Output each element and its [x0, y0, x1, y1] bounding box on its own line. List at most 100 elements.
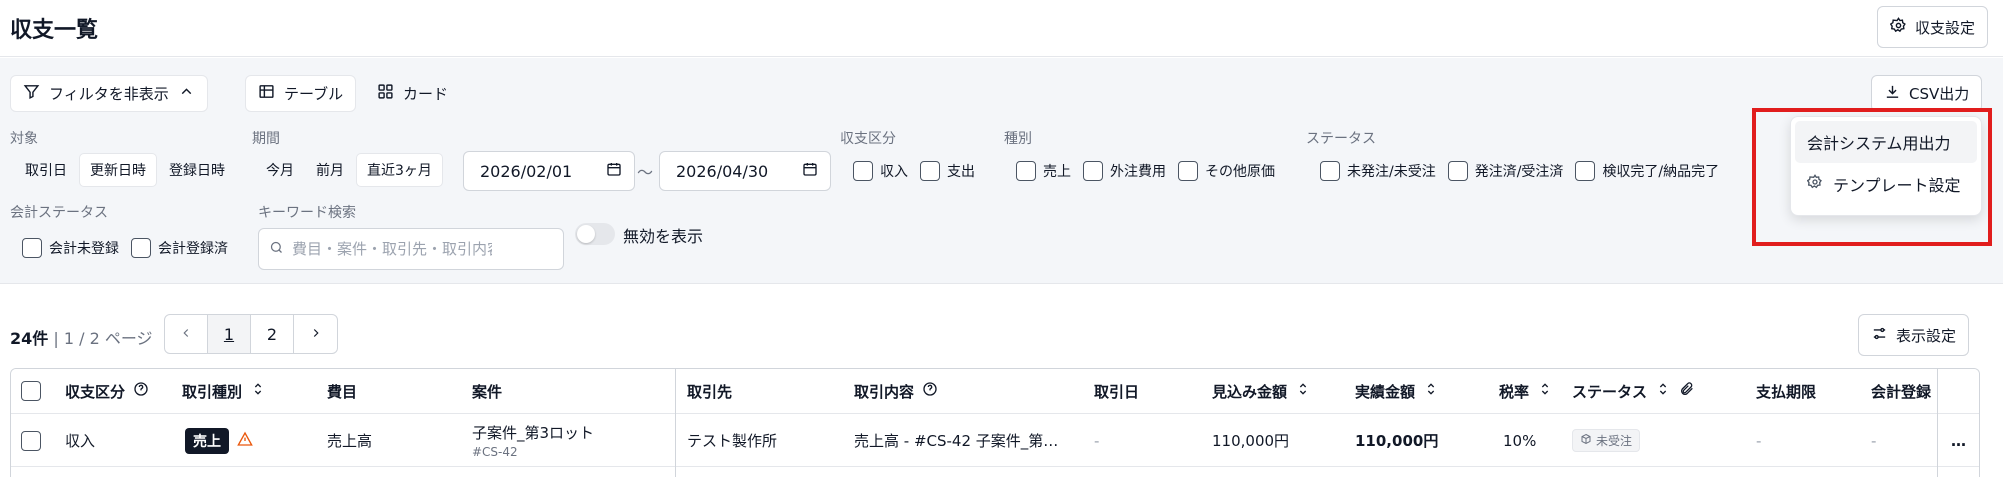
checkbox-sales-label: 売上: [1043, 164, 1071, 180]
box-icon: [1580, 433, 1592, 448]
pagination-prev-button[interactable]: [165, 315, 208, 353]
checkbox-outsourcing[interactable]: 外注費用: [1083, 161, 1166, 181]
pagination-page-1[interactable]: 1: [208, 315, 251, 353]
checkbox-box[interactable]: [1083, 161, 1103, 181]
pagination-next-button[interactable]: [294, 315, 337, 353]
project-name[interactable]: 子案件_第3ロット: [472, 422, 594, 443]
checkbox-income[interactable]: 収入: [853, 161, 908, 181]
header-transaction-kind[interactable]: 取引種別: [182, 369, 266, 413]
pagination-page-2[interactable]: 2: [251, 315, 294, 353]
csv-export-button[interactable]: CSV出力: [1871, 75, 1983, 112]
checkbox-box[interactable]: [1575, 161, 1596, 181]
checkbox-accounting-registered[interactable]: 会計登録済: [131, 238, 228, 258]
table-icon: [258, 83, 275, 104]
checkbox-box[interactable]: [22, 238, 42, 258]
target-option-updated[interactable]: 更新日時: [79, 153, 157, 187]
date-to-input[interactable]: 2026/04/30: [659, 151, 831, 191]
keyword-search-input[interactable]: [292, 240, 492, 258]
checkbox-delivered[interactable]: 検収完了/納品完了: [1575, 161, 1719, 181]
header-project: 案件: [472, 382, 503, 401]
cell-project[interactable]: 子案件_第3ロット #CS-42: [472, 415, 594, 466]
display-settings-button[interactable]: 表示設定: [1858, 314, 1970, 356]
sort-icon[interactable]: [1655, 381, 1671, 401]
kind-checkboxes: 売上 外注費用 その他原価: [1016, 153, 1275, 189]
checkbox-box[interactable]: [920, 161, 940, 181]
row-checkbox[interactable]: [21, 430, 41, 451]
target-option-registered[interactable]: 登録日時: [159, 153, 235, 187]
cell-partner: テスト製作所: [687, 432, 778, 450]
sort-icon[interactable]: [250, 381, 266, 401]
column-divider: [1937, 369, 1938, 477]
select-all-cell: [21, 369, 41, 413]
income-settings-button[interactable]: 収支設定: [1877, 6, 1989, 48]
warning-icon: [237, 431, 253, 451]
checkbox-box[interactable]: [131, 238, 151, 258]
filter-toggle-label: フィルタを非表示: [49, 85, 169, 103]
filter-toggle-button[interactable]: フィルタを非表示: [10, 75, 208, 112]
checkbox-accounting-unregistered-label: 会計未登録: [49, 241, 119, 257]
keyword-search-box[interactable]: [258, 228, 564, 270]
help-circle-icon[interactable]: [133, 381, 149, 401]
header-expected[interactable]: 見込み金額: [1212, 369, 1311, 413]
header-content: 取引内容: [854, 369, 938, 413]
header-actual-label: 実績金額: [1355, 382, 1416, 401]
header-actual[interactable]: 実績金額: [1355, 369, 1439, 413]
view-table-tab[interactable]: テーブル: [245, 75, 357, 112]
period-option-last-3-months[interactable]: 直近3ヶ月: [356, 153, 443, 187]
checkbox-not-ordered[interactable]: 未発注/未受注: [1320, 161, 1436, 181]
checkbox-sales[interactable]: 売上: [1016, 161, 1071, 181]
view-card-tab[interactable]: カード: [365, 75, 460, 112]
kind-badge: 売上: [185, 427, 229, 454]
checkbox-other-cost[interactable]: その他原価: [1178, 161, 1275, 181]
status-label: ステータス: [1306, 131, 1376, 147]
date-range-separator: ～: [637, 163, 654, 182]
date-from-input[interactable]: 2026/02/01: [463, 151, 635, 191]
chevron-left-icon: [179, 325, 193, 344]
checkbox-box[interactable]: [1016, 161, 1036, 181]
keyword-label: キーワード検索: [258, 205, 356, 221]
row-more-button[interactable]: …: [1951, 415, 1966, 466]
checkbox-accounting-unregistered[interactable]: 会計未登録: [22, 238, 119, 258]
checkbox-box[interactable]: [1178, 161, 1198, 181]
calendar-icon: [802, 161, 818, 181]
target-option-transaction-date[interactable]: 取引日: [15, 153, 77, 187]
checkbox-ordered[interactable]: 発注済/受注済: [1447, 161, 1563, 181]
table-row[interactable]: 収入 売上 売上高 子案件_第3ロット #CS-42 テスト製作所 売上高 - …: [11, 415, 1979, 467]
checkbox-other-cost-label: その他原価: [1205, 164, 1275, 180]
sort-icon[interactable]: [1423, 381, 1439, 401]
checkbox-not-ordered-label: 未発注/未受注: [1347, 164, 1436, 180]
header-status[interactable]: ステータス: [1572, 369, 1695, 413]
checkbox-expense[interactable]: 支出: [920, 161, 975, 181]
sort-icon[interactable]: [1295, 381, 1311, 401]
checkbox-accounting-registered-label: 会計登録済: [158, 241, 228, 257]
help-circle-icon[interactable]: [922, 381, 938, 401]
show-inactive-label: 無効を表示: [623, 227, 704, 246]
header-date: 取引日: [1094, 382, 1140, 401]
header-partner: 取引先: [687, 382, 733, 401]
filter-icon: [23, 83, 40, 104]
sort-icon[interactable]: [1537, 381, 1553, 401]
result-count: 24件 | 1 / 2 ページ: [10, 325, 153, 349]
checkbox-expense-label: 支出: [947, 164, 975, 180]
header-tax[interactable]: 税率: [1499, 369, 1553, 413]
header-income-type[interactable]: 収支区分: [65, 369, 149, 413]
status-badge-label: 未受注: [1596, 434, 1633, 448]
column-divider: [675, 369, 676, 477]
table-header-row: 収支区分 取引種別 費目 案件 取引先 取引内容 取引日 見込み金額 実績金額 …: [11, 369, 1979, 414]
gear-icon: [1889, 16, 1907, 38]
header-transaction-kind-label: 取引種別: [182, 382, 243, 401]
period-option-this-month[interactable]: 今月: [256, 153, 304, 187]
show-inactive-toggle[interactable]: [575, 223, 615, 245]
cell-due: -: [1756, 431, 1762, 450]
top-bar: 収支一覧 収支設定: [0, 0, 2003, 57]
view-card-label: カード: [403, 85, 449, 103]
paperclip-icon: [1679, 381, 1695, 401]
header-accounting: 会計登録: [1871, 382, 1932, 401]
checkbox-box[interactable]: [1320, 161, 1340, 181]
checkbox-box[interactable]: [853, 161, 873, 181]
select-all-checkbox[interactable]: [21, 381, 41, 401]
checkbox-box[interactable]: [1447, 161, 1468, 181]
grid-icon: [377, 83, 394, 104]
checkbox-income-label: 収入: [880, 164, 908, 180]
period-option-last-month[interactable]: 前月: [306, 153, 354, 187]
